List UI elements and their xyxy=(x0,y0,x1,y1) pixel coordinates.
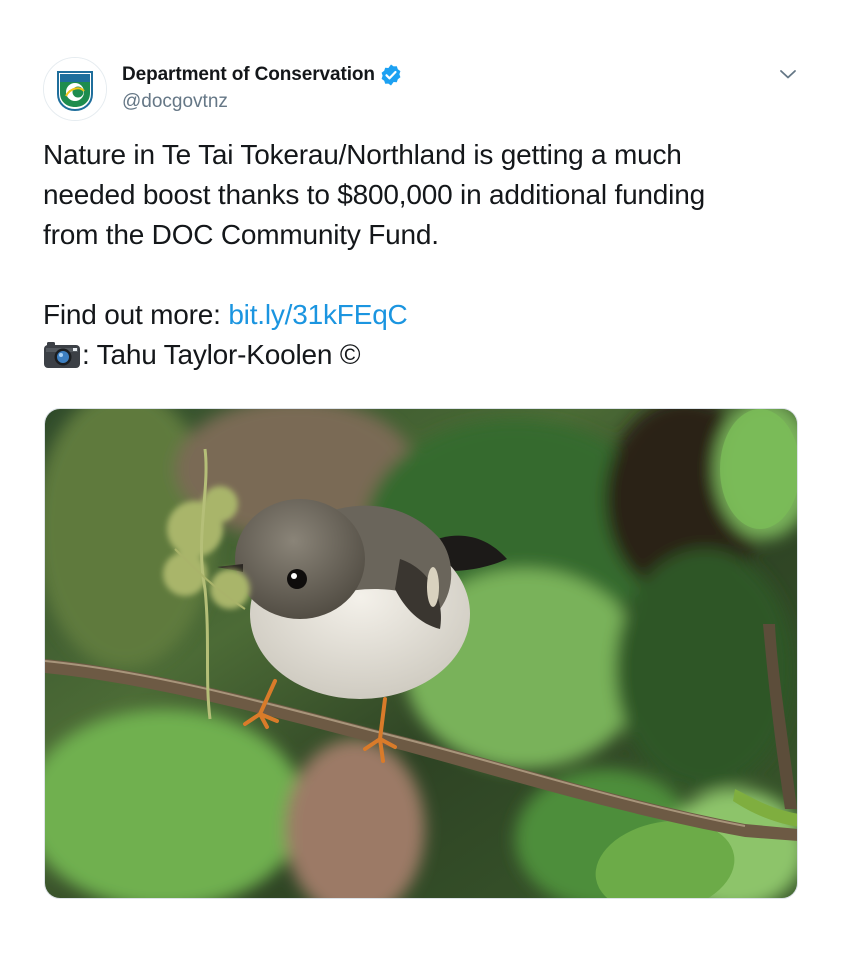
tweet-text-line: Nature in Te Tai Tokerau/Northland is ge… xyxy=(43,139,682,170)
tweet-photo[interactable] xyxy=(44,408,798,899)
author-handle[interactable]: @docgovtnz xyxy=(122,91,228,113)
verified-badge-icon xyxy=(381,64,401,86)
doc-logo-icon xyxy=(44,58,106,120)
author-avatar[interactable] xyxy=(43,57,107,121)
find-out-more-line: Find out more: bit.ly/31kFEqC xyxy=(43,295,803,335)
photo-credit-text: : Tahu Taylor-Koolen © xyxy=(82,339,361,370)
tomtit-bird-on-branch-photo xyxy=(45,409,797,898)
tweet-text: Nature in Te Tai Tokerau/Northland is ge… xyxy=(43,135,803,375)
tweet-text-line: from the DOC Community Fund. xyxy=(43,219,439,250)
author-name-row: Department of Conservation xyxy=(122,63,403,87)
tweet-card: Department of Conservation @docgovtnz Na… xyxy=(0,0,848,960)
tweet-text-line: needed boost thanks to $800,000 in addit… xyxy=(43,179,705,210)
camera-icon xyxy=(44,342,80,368)
tweet-link[interactable]: bit.ly/31kFEqC xyxy=(228,299,407,330)
photo-credit-line: : Tahu Taylor-Koolen © xyxy=(43,335,803,375)
author-display-name[interactable]: Department of Conservation xyxy=(122,64,375,86)
find-out-more-label: Find out more: xyxy=(43,299,229,330)
tweet-menu-button[interactable] xyxy=(777,63,799,85)
chevron-down-icon xyxy=(780,70,796,79)
